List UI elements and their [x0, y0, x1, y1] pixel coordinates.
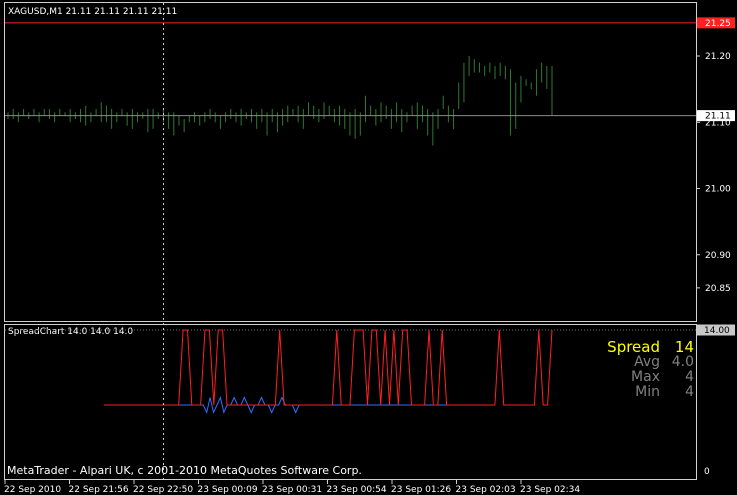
price-pane-frame — [4, 2, 697, 322]
time-tick-label: 22 Sep 22:50 — [133, 485, 193, 495]
terminal-chart-window[interactable]: XAGUSD,M1 21.11 21.11 21.11 21.11 21.20 2… — [0, 0, 737, 495]
price-tick-label: 21.20 — [705, 52, 731, 62]
time-tick-label: 23 Sep 00:31 — [262, 485, 322, 495]
red-line-price-tag: 21.25 — [697, 17, 735, 29]
red-line-tag-label: 21.25 — [705, 19, 731, 29]
time-tick-label: 23 Sep 00:09 — [198, 485, 258, 495]
time-tick-label: 23 Sep 01:26 — [391, 485, 451, 495]
stat-avg-label: Avg — [634, 354, 660, 370]
time-axis[interactable]: 22 Sep 2010 22 Sep 21:56 22 Sep 22:50 23 Se… — [4, 480, 580, 495]
bid-tag-label: 21.11 — [705, 112, 731, 122]
copyright-text: MetaTrader - Alpari UK, c 2001-2010 Meta… — [7, 464, 362, 477]
price-tick-label: 21.00 — [705, 185, 731, 195]
stat-min-value: 4 — [685, 384, 694, 400]
price-axis[interactable]: 21.2021.1021.0020.9020.85 — [696, 52, 731, 294]
price-pane-header: XAGUSD,M1 21.11 21.11 21.11 21.11 — [8, 7, 177, 17]
time-tick-label: 23 Sep 02:03 — [456, 485, 516, 495]
time-tick-label: 22 Sep 2010 — [4, 485, 61, 495]
price-tick-label: 20.85 — [705, 284, 731, 294]
price-pane[interactable]: XAGUSD,M1 21.11 21.11 21.11 21.11 21.20 2… — [4, 2, 736, 322]
stat-max-label: Max — [631, 369, 660, 385]
stat-max-value: 4 — [685, 369, 694, 385]
level-price-tag: 14.00 — [697, 324, 735, 336]
level-tag-label: 14.00 — [704, 326, 730, 336]
bid-price-tag: 21.11 — [697, 110, 735, 122]
indicator-axis-zero: 0 — [704, 467, 710, 477]
time-tick-label: 23 Sep 00:54 — [327, 485, 387, 495]
stat-min-label: Min — [635, 384, 660, 400]
price-tick-label: 20.90 — [705, 251, 731, 261]
time-tick-label: 22 Sep 21:56 — [69, 485, 129, 495]
spread-indicator-pane[interactable]: SpreadChart 14.0 14.0 14.0 14.00 0 Sprea… — [4, 324, 736, 480]
indicator-pane-header: SpreadChart 14.0 14.0 14.0 — [8, 327, 133, 337]
stat-avg-value: 4.0 — [672, 354, 694, 370]
time-tick-label: 23 Sep 02:34 — [520, 485, 580, 495]
